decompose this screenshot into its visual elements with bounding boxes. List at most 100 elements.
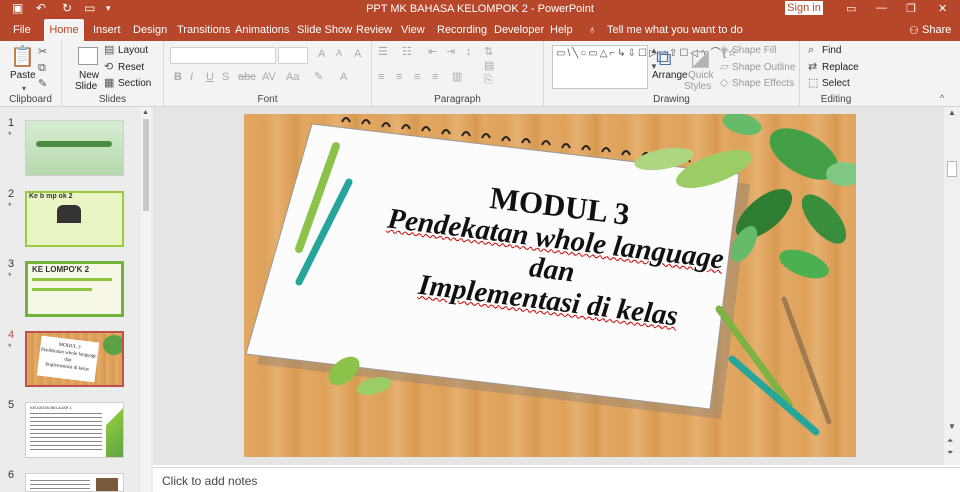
line-spacing-icon[interactable]: ↕ [466, 47, 472, 58]
shape-outline-button[interactable]: Shape Outline [732, 62, 795, 73]
paste-button[interactable]: Paste [10, 70, 36, 81]
smartart-icon[interactable]: ⎘ [484, 75, 493, 86]
current-slide[interactable]: MODUL 3 Pendekatan whole language dan Im… [244, 114, 856, 457]
sign-in-button[interactable]: Sign in [785, 1, 823, 15]
change-case-icon[interactable]: Aa [286, 72, 299, 83]
notes-placeholder[interactable]: Click to add notes [162, 474, 257, 488]
tab-home[interactable]: Home [44, 19, 84, 41]
bold-icon[interactable]: B [174, 72, 182, 83]
scroll-thumb[interactable] [947, 161, 957, 177]
tab-review[interactable]: Review [356, 24, 392, 36]
section-button[interactable]: Section [118, 78, 151, 89]
decrease-indent-icon[interactable]: ⇤ [428, 47, 437, 58]
share-button[interactable]: Share [922, 24, 951, 36]
previous-slide-icon[interactable]: ⏶ [947, 437, 953, 445]
numbering-icon[interactable]: ☷ [402, 47, 412, 58]
new-slide-icon[interactable] [78, 47, 98, 65]
close-icon[interactable]: ✕ [938, 2, 947, 15]
align-right-icon[interactable]: ≡ [414, 72, 420, 83]
scroll-up-icon[interactable]: ▲ [142, 109, 149, 116]
columns-icon[interactable]: ▥ [452, 72, 462, 83]
collapse-ribbon-icon[interactable]: ^ [940, 94, 944, 103]
underline-icon[interactable]: U [206, 72, 214, 83]
reset-icon: ⟲ [104, 61, 114, 73]
arrange-icon[interactable]: ⧉ [656, 47, 672, 69]
decrease-font-icon[interactable]: A [336, 49, 342, 58]
justify-icon[interactable]: ≡ [432, 72, 438, 83]
slides-group: New Slide ▤ Layout ⟲ Reset ▦ Section Sli… [62, 41, 164, 107]
cut-icon[interactable]: ✂ [38, 47, 47, 58]
scroll-down-icon[interactable]: ▼ [948, 423, 956, 431]
title-bar: ▣ ↶ ↻ ▭ ▾ PPT MK BAHASA KELOMPOK 2 - Pow… [0, 0, 960, 19]
arrange-button[interactable]: Arrange [652, 70, 688, 81]
tab-insert[interactable]: Insert [93, 24, 121, 36]
restore-icon[interactable]: ❐ [906, 2, 916, 15]
slide-thumbnail-1[interactable] [25, 120, 124, 176]
slide-thumbnail-5[interactable]: KEGIATAN BELAJAR 1 [25, 402, 124, 458]
thumbnails-scrollbar[interactable]: ▲ [141, 107, 151, 492]
text-direction-icon[interactable]: ⇅ [484, 47, 493, 58]
increase-font-icon[interactable]: A [318, 49, 325, 60]
canvas-scrollbar[interactable]: ▲ ▼ ⏶ ⏷ [944, 107, 960, 465]
find-icon: ⌕ [808, 44, 815, 56]
copy-icon[interactable]: ⧉ [38, 63, 46, 74]
ribbon: 📋 Paste ▾ ✂ ⧉ ✎ Clipboard New Slide ▤ La… [0, 41, 960, 107]
ribbon-display-options-icon[interactable]: ▭ [846, 2, 856, 15]
new-slide-button-line2[interactable]: Slide [75, 81, 97, 92]
tab-transitions[interactable]: Transitions [177, 24, 230, 36]
format-painter-icon[interactable]: ✎ [38, 79, 47, 90]
thumbnail-title: KEGIATAN BELAJAR 1 [30, 405, 72, 410]
font-size-combo[interactable] [278, 47, 308, 64]
tell-me-search[interactable]: Tell me what you want to do [607, 24, 743, 36]
character-spacing-icon[interactable]: AV [262, 72, 276, 83]
quick-styles-button-line1[interactable]: Quick [688, 70, 714, 81]
slide-thumbnails-pane: 1 * 2 * Ke b mp ok 2 3 * KE LOMPO'K 2 4 … [0, 107, 153, 492]
increase-indent-icon[interactable]: ⇥ [446, 47, 455, 58]
replace-button[interactable]: Replace [822, 62, 859, 73]
highlight-icon[interactable]: ✎ [314, 72, 323, 83]
quick-styles-button-line2[interactable]: Styles [684, 81, 711, 92]
font-color-icon[interactable]: A [340, 72, 347, 83]
tab-developer[interactable]: Developer [494, 24, 544, 36]
tab-help[interactable]: Help [550, 24, 573, 36]
quick-styles-icon[interactable]: ◪ [690, 47, 711, 69]
slide-number: 5 [8, 399, 15, 411]
shape-effects-button[interactable]: Shape Effects [732, 78, 794, 89]
align-center-icon[interactable]: ≡ [396, 72, 402, 83]
select-button[interactable]: Select [822, 78, 850, 89]
find-button[interactable]: Find [822, 45, 841, 56]
shapes-gallery[interactable]: ▭\╲○▭△⌐↳⇩☐▷⇨⇧☐◁∿⌒{☆ [552, 45, 737, 89]
reset-button[interactable]: Reset [118, 62, 144, 73]
new-slide-button-line1[interactable]: New [79, 70, 99, 81]
slide-thumbnail-6[interactable] [25, 473, 124, 492]
scroll-thumb[interactable] [143, 119, 149, 211]
paste-icon[interactable]: 📋 [10, 47, 35, 67]
next-slide-icon[interactable]: ⏷ [947, 449, 953, 457]
slide-number: 4 [8, 329, 15, 341]
tab-view[interactable]: View [401, 24, 425, 36]
tab-design[interactable]: Design [133, 24, 167, 36]
tab-animations[interactable]: Animations [235, 24, 289, 36]
slide-thumbnail-4[interactable]: MODUL 3 Pendekatan whole language dan Im… [25, 331, 124, 387]
align-left-icon[interactable]: ≡ [378, 72, 384, 83]
shape-fill-button[interactable]: Shape Fill [732, 45, 776, 56]
font-name-combo[interactable] [170, 47, 276, 64]
paste-dropdown-icon[interactable]: ▾ [22, 85, 26, 93]
slide-thumbnail-2[interactable]: Ke b mp ok 2 [25, 191, 124, 247]
layout-button[interactable]: Layout [118, 45, 148, 56]
scroll-up-icon[interactable]: ▲ [948, 109, 956, 117]
font-group: A A A B I U S abc AV Aa ✎ A Font [164, 41, 372, 107]
notes-pane[interactable]: Click to add notes [153, 467, 960, 492]
shadow-icon[interactable]: S [222, 72, 229, 83]
italic-icon[interactable]: I [190, 72, 193, 83]
minimize-icon[interactable]: — [876, 2, 887, 14]
clear-formatting-icon[interactable]: A [354, 49, 361, 60]
share-icon[interactable]: ⚇ [909, 24, 919, 37]
align-text-icon[interactable]: ▤ [484, 61, 494, 72]
tab-recording[interactable]: Recording [437, 24, 487, 36]
slide-thumbnail-3[interactable]: KE LOMPO'K 2 [25, 261, 124, 317]
tab-file[interactable]: File [13, 24, 31, 36]
bullets-icon[interactable]: ☰ [378, 47, 388, 58]
strikethrough-icon[interactable]: abc [238, 72, 256, 83]
tab-slide-show[interactable]: Slide Show [297, 24, 352, 36]
